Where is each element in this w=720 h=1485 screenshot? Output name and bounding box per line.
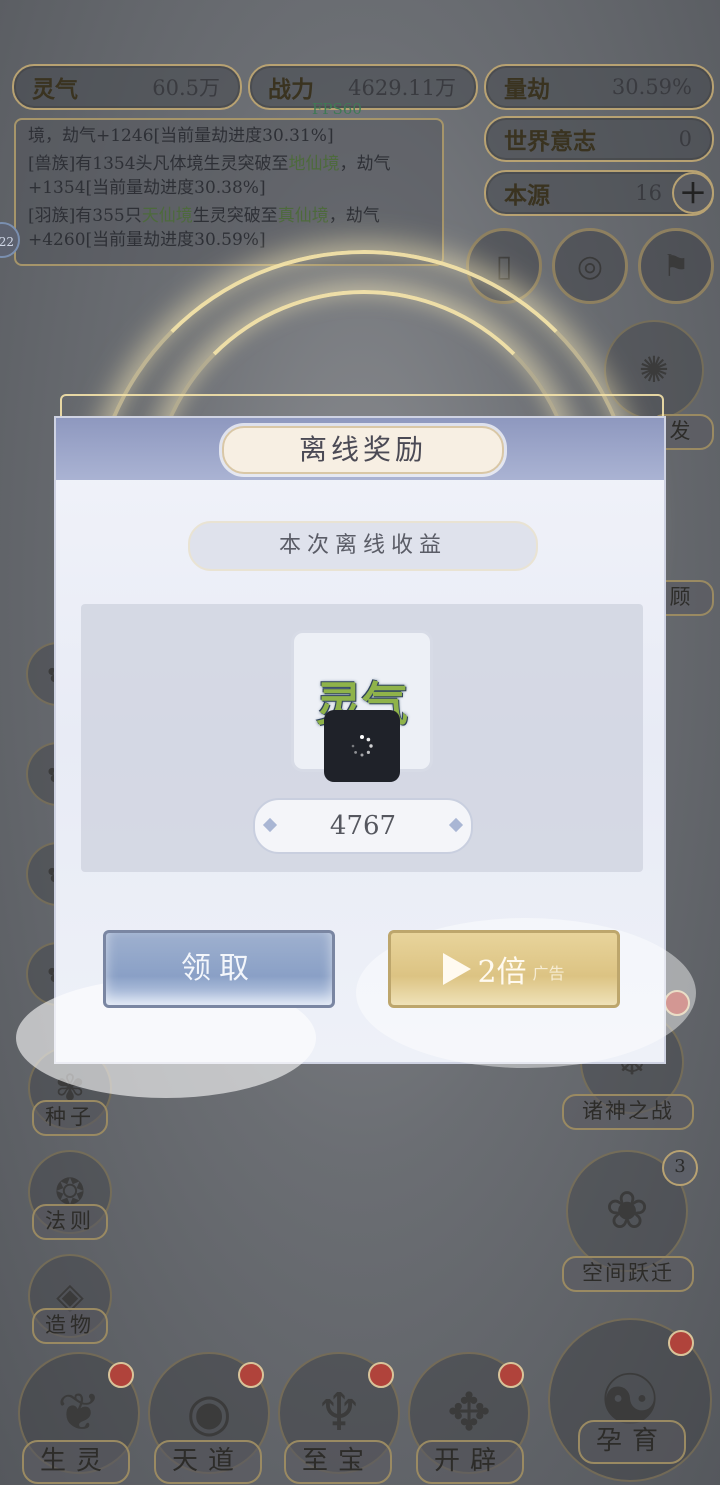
gods-war-label[interactable]: 诸神之战 <box>562 1094 694 1130</box>
diamond-right-icon <box>448 817 464 833</box>
space-jump-badge: 3 <box>662 1150 698 1186</box>
stat-combat-power: 战力 4629.11万 <box>248 64 478 110</box>
nav-treasure-dot <box>368 1362 394 1388</box>
stat-combat-power-value: 4629.11万 <box>348 76 456 100</box>
loading-spinner-icon <box>324 710 400 782</box>
nav-heaven-dot <box>238 1362 264 1388</box>
ad-tag: 广告 <box>532 964 565 983</box>
log-line-3: [羽族]有355只天仙境生灵突破至真仙境，劫气+4260[当前量劫进度30.59… <box>28 206 380 250</box>
swirl-menu-icon[interactable]: ◎ <box>552 228 628 304</box>
space-jump-label[interactable]: 空间跃迁 <box>562 1256 694 1292</box>
diamond-left-icon <box>262 817 278 833</box>
nav-creature-label[interactable]: 生灵 <box>22 1440 130 1484</box>
nav-treasure-label[interactable]: 至宝 <box>284 1440 392 1484</box>
fps-counter: FPS60 <box>312 100 362 118</box>
event-log: 境，劫气+1246[当前量劫进度30.31%] [兽族]有1354头凡体境生灵突… <box>14 118 444 266</box>
stat-origin-value: 16 <box>635 181 662 205</box>
stat-calamity: 量劫 30.59% <box>484 64 714 110</box>
log-line-1: 境，劫气+1246[当前量劫进度30.31%] <box>28 126 334 146</box>
nav-heaven-label[interactable]: 天道 <box>154 1440 262 1484</box>
log-line-2: [兽族]有1354头凡体境生灵突破至地仙境，劫气+1354[当前量劫进度30.3… <box>28 154 391 198</box>
stat-combat-power-label: 战力 <box>268 76 314 103</box>
reward-quantity: 4767 <box>253 798 473 854</box>
stat-origin-label: 本源 <box>504 182 550 209</box>
claim-button[interactable]: 领取 <box>103 930 335 1008</box>
flag-menu-icon[interactable]: ⚑ <box>638 228 714 304</box>
play-icon <box>443 953 472 985</box>
plus-icon[interactable]: + <box>672 172 714 214</box>
dialog-title: 离线奖励 <box>222 426 504 474</box>
stat-calamity-label: 量劫 <box>504 76 550 103</box>
double-reward-ad-button[interactable]: 2倍 广告 <box>388 930 620 1008</box>
double-reward-label: 2倍 <box>477 955 527 990</box>
stat-calamity-value: 30.59% <box>611 75 692 99</box>
seed-label[interactable]: 种子 <box>32 1100 108 1136</box>
nav-nurture-label[interactable]: 孕育 <box>578 1420 686 1464</box>
stat-world-will: 世界意志 0 <box>484 116 714 162</box>
stat-lingqi-value: 60.5万 <box>152 76 220 100</box>
nav-open-dot <box>498 1362 524 1388</box>
dialog-subtitle: 本次离线收益 <box>188 521 538 571</box>
stat-world-will-label: 世界意志 <box>504 128 596 155</box>
frame-top-bar <box>60 394 664 416</box>
stat-world-will-value: 0 <box>678 127 692 151</box>
spinner-dots-icon <box>351 735 373 757</box>
stat-lingqi-label: 灵气 <box>32 76 78 103</box>
nav-creature-dot <box>108 1362 134 1388</box>
law-label[interactable]: 法则 <box>32 1204 108 1240</box>
offline-reward-dialog: 离线奖励 本次离线收益 灵气 4767 领取 2倍 广告 <box>16 416 696 1098</box>
nav-nurture-dot <box>668 1330 694 1356</box>
creation-label[interactable]: 造物 <box>32 1308 108 1344</box>
stat-lingqi: 灵气 60.5万 <box>12 64 242 110</box>
reward-quantity-value: 4767 <box>329 811 397 841</box>
nav-open-label[interactable]: 开辟 <box>416 1440 524 1484</box>
